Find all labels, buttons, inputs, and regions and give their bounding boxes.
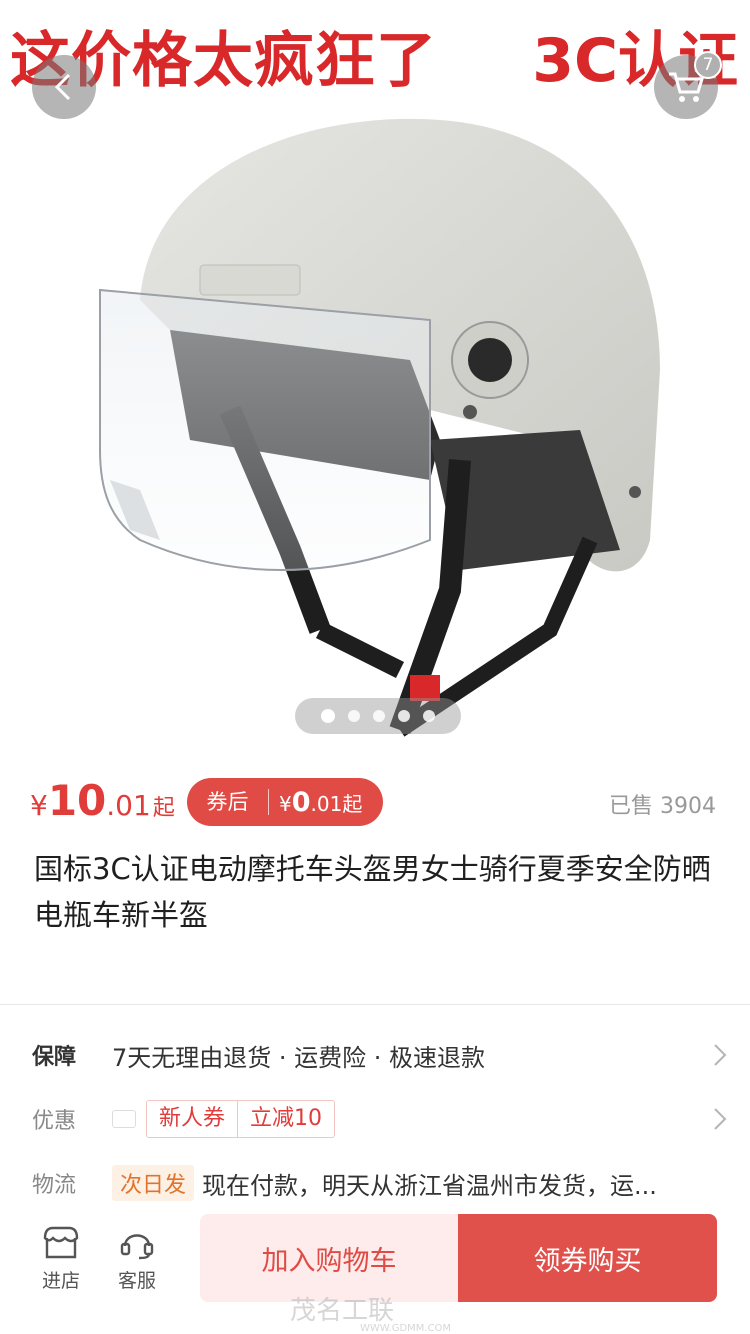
shipping-label: 物流: [32, 1173, 77, 1198]
store-button[interactable]: 进店: [26, 1226, 96, 1293]
coupon-currency: ¥: [279, 791, 292, 816]
promo-tag-discount: 立减10: [237, 1101, 334, 1137]
divider: [0, 1004, 750, 1005]
sold-count: 已售 3904: [609, 794, 716, 819]
chevron-left-icon: [54, 73, 71, 101]
cart-button[interactable]: 7: [654, 51, 722, 119]
promo-banner: 这价格太疯狂了 3C认证: [0, 8, 750, 96]
watermark: 茂名工联 WWW.GDMM.COM: [290, 1290, 451, 1334]
product-title: 国标3C认证电动摩托车头盔男女士骑行夏季安全防晒电瓶车新半盔: [34, 852, 711, 932]
add-to-cart-button[interactable]: 加入购物车: [200, 1214, 458, 1302]
promo-tag-new-user: 新人券: [159, 1106, 226, 1131]
coupon-icon: [112, 1110, 136, 1128]
product-image: [99, 118, 660, 737]
headset-icon: [120, 1234, 154, 1260]
coupon-amount: ¥0.01起: [269, 787, 362, 818]
pagination-dot: [423, 710, 435, 722]
shipping-text: 现在付款，明天从浙江省温州市发货，运...: [202, 1171, 657, 1200]
cart-count-badge: 7: [694, 51, 722, 79]
promo-tags: 新人券 立减10: [146, 1100, 336, 1138]
price-integer: 10: [47, 776, 107, 825]
promo-content: 新人券 立减10: [112, 1100, 690, 1138]
shipping-row[interactable]: 物流 次日发 现在付款，明天从浙江省温州市发货，运...: [0, 1158, 750, 1208]
guarantee-row[interactable]: 保障 7天无理由退货 · 运费险 · 极速退款: [0, 1030, 750, 1080]
pagination-dot: [348, 710, 360, 722]
customer-service-button[interactable]: 客服: [102, 1226, 172, 1293]
pagination-dot: [398, 710, 410, 722]
promo-label: 优惠: [32, 1109, 77, 1134]
coupon-decimal: .01: [310, 791, 343, 816]
chevron-right-icon: [690, 1107, 750, 1131]
coupon-integer: 0: [291, 786, 311, 818]
coupon-price-badge[interactable]: 券后 ¥0.01起: [187, 778, 383, 826]
pagination-dot: [321, 709, 335, 723]
price-suffix: 起: [152, 796, 175, 821]
store-label: 进店: [41, 1270, 80, 1292]
shipping-tag: 次日发: [112, 1165, 195, 1201]
price-currency: ¥: [30, 789, 48, 822]
pagination-dot: [373, 710, 385, 722]
promo-row[interactable]: 优惠 新人券 立减10: [0, 1094, 750, 1144]
buy-with-coupon-button[interactable]: 领券购买: [458, 1214, 717, 1302]
store-icon: [43, 1226, 79, 1259]
coupon-suffix: 起: [342, 791, 363, 816]
chevron-right-icon: [690, 1043, 750, 1067]
price-decimal: .01: [106, 789, 151, 822]
back-button[interactable]: [32, 55, 96, 119]
watermark-text: 茂名工联: [290, 1296, 395, 1326]
price: ¥10.01起: [30, 776, 175, 825]
guarantee-label: 保障: [32, 1045, 77, 1070]
shipping-content: 次日发 现在付款，明天从浙江省温州市发货，运...: [112, 1165, 690, 1201]
product-gallery[interactable]: 这价格太疯狂了 3C认证 7: [0, 0, 750, 750]
coupon-tag: 券后: [187, 789, 269, 815]
gallery-pagination: [295, 698, 461, 734]
guarantee-text: 7天无理由退货 · 运费险 · 极速退款: [112, 1043, 486, 1072]
price-row: ¥10.01起 券后 ¥0.01起 已售 3904: [0, 760, 750, 850]
service-label: 客服: [117, 1270, 156, 1292]
watermark-url: WWW.GDMM.COM: [360, 1323, 452, 1334]
